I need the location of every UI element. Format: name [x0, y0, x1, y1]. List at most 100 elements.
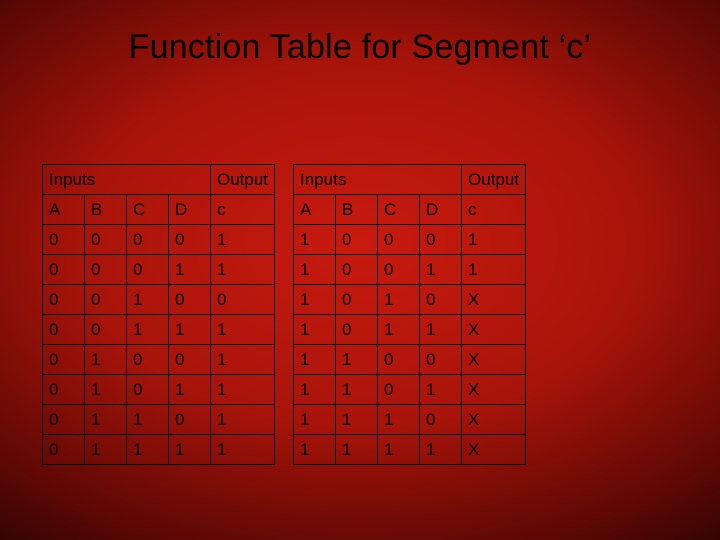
cell: 0: [420, 405, 462, 435]
cell: 1: [85, 405, 127, 435]
cell: 1: [336, 405, 378, 435]
inputs-header: Inputs: [294, 165, 462, 195]
cell: 0: [378, 375, 420, 405]
table-row: 00100: [43, 285, 275, 315]
cell: 0: [127, 375, 169, 405]
cell: 1: [294, 315, 336, 345]
table-row: 1010X: [294, 285, 526, 315]
cell: X: [462, 405, 526, 435]
table-row: 00011: [43, 255, 275, 285]
cell: 0: [43, 255, 85, 285]
cell: 1: [85, 345, 127, 375]
cell: 0: [169, 225, 211, 255]
cell: 1: [378, 285, 420, 315]
cell: 0: [336, 255, 378, 285]
cell: 0: [378, 345, 420, 375]
left-table: Inputs Output A B C D c 00001 00011 0010…: [42, 164, 275, 465]
cell: 1: [85, 375, 127, 405]
col-header: c: [462, 195, 526, 225]
table-row: 01001: [43, 345, 275, 375]
col-header: B: [85, 195, 127, 225]
cell: 0: [127, 255, 169, 285]
table-row: 10011: [294, 255, 526, 285]
cell: 1: [211, 315, 275, 345]
cell: X: [462, 375, 526, 405]
cell: 1: [336, 375, 378, 405]
table-row: 1101X: [294, 375, 526, 405]
cell: 0: [336, 315, 378, 345]
cell: 0: [420, 285, 462, 315]
cell: 1: [169, 375, 211, 405]
cell: 0: [43, 225, 85, 255]
cell: 1: [294, 345, 336, 375]
cell: 0: [43, 405, 85, 435]
cell: X: [462, 345, 526, 375]
right-table: Inputs Output A B C D c 10001 10011 1010…: [293, 164, 526, 465]
table-row: 1100X: [294, 345, 526, 375]
cell: 0: [336, 285, 378, 315]
output-header: Output: [462, 165, 526, 195]
table-row: 1111X: [294, 435, 526, 465]
cell: 0: [43, 315, 85, 345]
cell: 0: [127, 345, 169, 375]
col-header: B: [336, 195, 378, 225]
cell: 1: [211, 375, 275, 405]
cell: 0: [85, 255, 127, 285]
cell: 0: [85, 225, 127, 255]
cell: 0: [378, 225, 420, 255]
col-header: c: [211, 195, 275, 225]
tables-container: Inputs Output A B C D c 00001 00011 0010…: [42, 164, 678, 465]
table-row: 01111: [43, 435, 275, 465]
slide: Function Table for Segment ‘c’ Inputs Ou…: [0, 0, 720, 540]
cell: 1: [420, 315, 462, 345]
inputs-header: Inputs: [43, 165, 211, 195]
cell: 1: [420, 435, 462, 465]
col-header: A: [294, 195, 336, 225]
table-row: 01011: [43, 375, 275, 405]
cell: 1: [294, 405, 336, 435]
cell: 1: [462, 255, 526, 285]
cell: 0: [378, 255, 420, 285]
cell: 1: [378, 405, 420, 435]
table-row: 1011X: [294, 315, 526, 345]
cell: 1: [420, 255, 462, 285]
cell: 1: [169, 255, 211, 285]
cell: 0: [211, 285, 275, 315]
col-header: D: [169, 195, 211, 225]
cell: 1: [211, 255, 275, 285]
col-header: A: [43, 195, 85, 225]
cell: 0: [169, 285, 211, 315]
cell: 0: [336, 225, 378, 255]
cell: 1: [378, 435, 420, 465]
cell: 1: [211, 225, 275, 255]
cell: 0: [127, 225, 169, 255]
col-header: D: [420, 195, 462, 225]
cell: 1: [169, 315, 211, 345]
cell: 1: [127, 285, 169, 315]
slide-title: Function Table for Segment ‘c’: [0, 28, 720, 67]
cell: X: [462, 315, 526, 345]
table-row: 01101: [43, 405, 275, 435]
cell: 1: [211, 435, 275, 465]
cell: 0: [43, 345, 85, 375]
cell: 1: [462, 225, 526, 255]
cell: 0: [420, 225, 462, 255]
cell: 1: [336, 345, 378, 375]
col-header: C: [378, 195, 420, 225]
cell: 0: [169, 405, 211, 435]
cell: 0: [169, 345, 211, 375]
cell: 0: [85, 315, 127, 345]
table-header-cols-row: A B C D c: [294, 195, 526, 225]
cell: 1: [127, 315, 169, 345]
table-row: 00111: [43, 315, 275, 345]
cell: 0: [43, 285, 85, 315]
cell: 1: [85, 435, 127, 465]
cell: 0: [43, 435, 85, 465]
table-row: 1110X: [294, 405, 526, 435]
cell: 1: [294, 285, 336, 315]
cell: 0: [43, 375, 85, 405]
cell: X: [462, 285, 526, 315]
table-header-cols-row: A B C D c: [43, 195, 275, 225]
cell: 1: [336, 435, 378, 465]
cell: 1: [294, 225, 336, 255]
